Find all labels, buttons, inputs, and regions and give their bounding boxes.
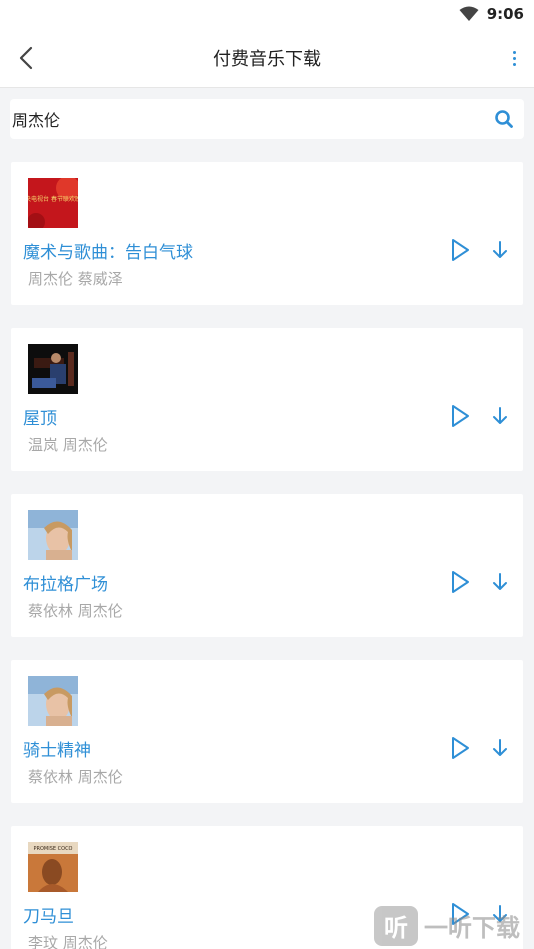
download-button[interactable] [490, 238, 510, 262]
watermark-text: 一听下载 [424, 914, 520, 942]
search-button[interactable] [484, 99, 524, 139]
song-card[interactable]: 中央电视台 春节联欢晚会 魔术与歌曲：告白气球 周杰伦 蔡威泽 [11, 162, 523, 305]
song-title: 布拉格广场 [23, 575, 108, 595]
song-card[interactable]: 布拉格广场 蔡依林 周杰伦 [11, 494, 523, 637]
download-button[interactable] [490, 570, 510, 594]
album-art [28, 344, 78, 394]
search-input[interactable] [10, 99, 484, 139]
more-dot-icon [512, 56, 516, 60]
play-button[interactable] [448, 402, 472, 430]
download-button[interactable] [490, 736, 510, 760]
status-bar: 9:06 [0, 0, 534, 28]
more-dot-icon [512, 50, 516, 54]
watermark-logo-char: 听 [384, 914, 408, 942]
more-menu-button[interactable] [508, 46, 520, 70]
search-box [10, 99, 524, 139]
album-art [28, 676, 78, 726]
song-title: 骑士精神 [23, 741, 91, 761]
play-icon [452, 405, 469, 427]
song-artist: 蔡依林 周杰伦 [28, 602, 123, 620]
play-button[interactable] [448, 236, 472, 264]
page-title: 付费音乐下载 [213, 48, 321, 70]
watermark-logo: 听 [374, 905, 418, 946]
song-list: 中央电视台 春节联欢晚会 魔术与歌曲：告白气球 周杰伦 蔡威泽 屋顶 温岚 周杰… [11, 162, 523, 949]
play-icon [452, 737, 469, 759]
play-button[interactable] [448, 734, 472, 762]
song-artist: 周杰伦 蔡威泽 [28, 270, 123, 288]
download-arrow-icon [493, 573, 507, 590]
more-dot-icon [512, 62, 516, 66]
album-art-caption: PROMISE COCO [34, 846, 73, 852]
download-arrow-icon [493, 739, 507, 756]
watermark: 听 一听下载 [374, 902, 534, 949]
download-arrow-icon [493, 241, 507, 258]
album-art: PROMISE COCO [28, 842, 78, 892]
song-card[interactable]: 骑士精神 蔡依林 周杰伦 [11, 660, 523, 803]
back-arrow-icon [19, 46, 33, 70]
song-title: 魔术与歌曲：告白气球 [23, 243, 193, 263]
download-button[interactable] [490, 404, 510, 428]
album-art: 中央电视台 春节联欢晚会 [28, 178, 78, 228]
song-artist: 李玟 周杰伦 [28, 934, 108, 949]
album-art-caption: 中央电视台 春节联欢晚会 [28, 195, 78, 203]
app-bar: 付费音乐下载 [0, 28, 534, 88]
play-icon [452, 239, 469, 261]
play-button[interactable] [448, 568, 472, 596]
song-artist: 蔡依林 周杰伦 [28, 768, 123, 786]
search-icon [495, 110, 513, 128]
song-artist: 温岚 周杰伦 [28, 436, 108, 454]
wifi-icon [459, 6, 479, 21]
download-arrow-icon [493, 407, 507, 424]
status-time: 9:06 [486, 5, 524, 23]
play-icon [452, 571, 469, 593]
song-title: 屋顶 [23, 409, 57, 429]
back-button[interactable] [14, 44, 38, 72]
album-art [28, 510, 78, 560]
song-title: 刀马旦 [23, 907, 74, 927]
song-card[interactable]: 屋顶 温岚 周杰伦 [11, 328, 523, 471]
